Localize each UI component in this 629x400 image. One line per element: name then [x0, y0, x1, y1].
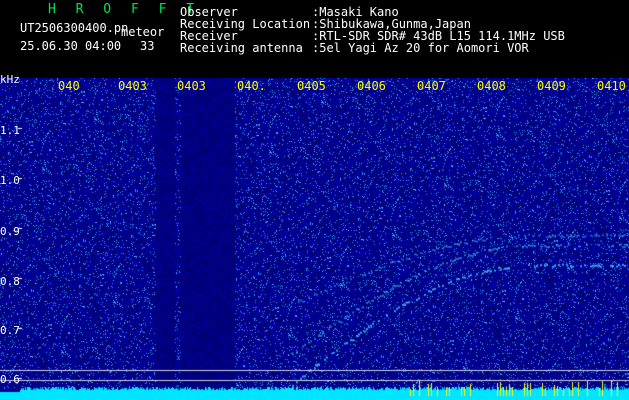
- time-tick: 0408: [477, 79, 506, 93]
- time-tick: 0406: [357, 79, 386, 93]
- mode-label: meteor: [121, 25, 165, 39]
- frequency-tick: 0.8: [0, 275, 20, 288]
- spectrogram-waterfall: [0, 78, 629, 400]
- hrofft-viewer: H R O F F T UT2506300400.pn meteor 25.06…: [0, 0, 629, 400]
- frequency-tick: 1.0: [0, 174, 20, 187]
- capture-datetime: 25.06.30 04:00: [20, 39, 122, 53]
- time-tick: 0407: [417, 79, 446, 93]
- time-tick: 0410: [597, 79, 626, 93]
- frequency-tick: 0.7: [0, 324, 20, 337]
- antenna-value: :5el Yagi Az 20 for Aomori VOR: [312, 41, 529, 55]
- frequency-tick: 1.1: [0, 124, 20, 137]
- frequency-tick: 0.9: [0, 225, 20, 238]
- file-name: UT2506300400.pn: [20, 21, 129, 35]
- antenna-label: Receiving antenna: [180, 41, 303, 55]
- time-tick: 0409: [537, 79, 566, 93]
- time-tick: 040.: [237, 79, 266, 93]
- time-tick: 0403: [177, 79, 206, 93]
- time-tick: 0405: [297, 79, 326, 93]
- frequency-unit-label: kHz: [0, 73, 20, 86]
- meteor-count: 33: [140, 39, 155, 53]
- app-title: H R O F F T: [48, 2, 201, 17]
- frequency-tick: 0.6: [0, 373, 20, 386]
- time-tick: 040: [58, 79, 80, 93]
- time-tick: 0403: [118, 79, 147, 93]
